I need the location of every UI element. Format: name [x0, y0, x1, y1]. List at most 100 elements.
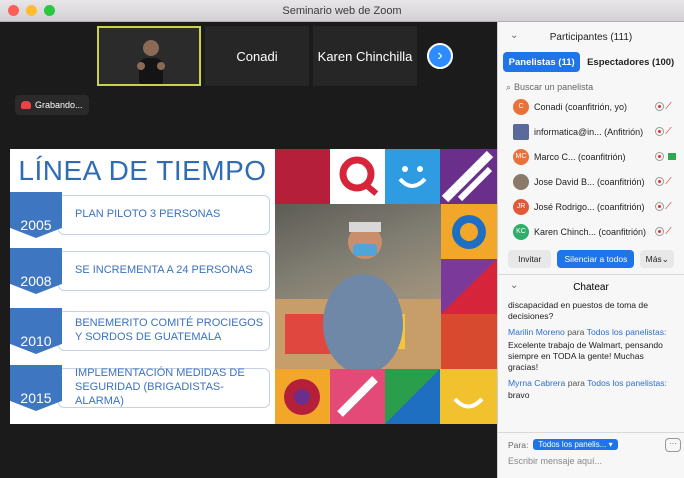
chat-to-word: para — [567, 327, 585, 338]
panelist-search[interactable]: ⌕ Buscar un panelista — [506, 80, 676, 94]
tab-panelists[interactable]: Panelistas (11) — [503, 52, 581, 72]
participant-name: Jose David B... (coanfitrión) — [534, 176, 645, 187]
smile-tile — [440, 369, 497, 424]
timeline-item: SE INCREMENTA A 24 PERSONAS 2008 — [10, 248, 275, 294]
slide-title: LÍNEA DE TIEMPO — [18, 155, 267, 186]
chat-input[interactable]: Escribir mensaje aquí... — [508, 456, 675, 466]
chat-footer: Para: Todos los panelis... ▾ ··· Escribi… — [498, 432, 684, 478]
participant-name: Conadi (coanfitrión, yo) — [534, 101, 628, 112]
avatar: C — [513, 98, 529, 115]
pattern-tile — [441, 259, 497, 314]
pattern-tile — [330, 149, 385, 204]
chat-message: Excelente trabajo de Walmart, pensando s… — [508, 339, 663, 372]
participant-row[interactable]: MC Marco C... (coanfitrión) — [498, 144, 684, 169]
chat-meta: Marilin Moreno para Todos los panelistas… — [508, 327, 674, 338]
recipient-select[interactable]: Todos los panelis... ▾ — [533, 439, 618, 450]
invite-button[interactable]: Invitar — [508, 250, 552, 268]
more-options-icon[interactable]: ··· — [665, 438, 681, 452]
chat-header: ⌄ Chatear — [498, 275, 684, 299]
pattern-tile — [440, 149, 497, 204]
window-title: Seminario web de Zoom — [282, 4, 402, 17]
participant-row[interactable]: Jose David B... (coanfitrión) ⁄ — [498, 169, 684, 194]
timeline-item: PLAN PILOTO 3 PERSONAS 2005 — [10, 192, 275, 238]
search-input[interactable]: Buscar un panelista — [514, 82, 593, 92]
timeline-item: IMPLEMENTACIÓN MEDIDAS DE SEGURIDAD (BRI… — [10, 365, 275, 411]
video-thumb-conadi[interactable]: Conadi — [205, 26, 309, 86]
cloud-record-icon — [21, 101, 31, 109]
chat-sender[interactable]: Marilin Moreno — [508, 327, 565, 337]
minimize-button[interactable] — [26, 5, 37, 16]
chat-meta: Myrna Cabrera para Todos los panelistas: — [508, 378, 674, 389]
chevron-down-icon: ⌄ — [661, 253, 669, 264]
recording-badge[interactable]: Grabando... — [15, 95, 89, 115]
participants-title: Participantes (111) — [549, 31, 633, 43]
worker-photo — [275, 204, 441, 369]
timeline-text: SE INCREMENTA A 24 PERSONAS — [58, 251, 270, 291]
timeline-text: BENEMERITO COMITÉ PROCIEGOS Y SORDOS DE … — [58, 311, 270, 351]
timeline-text: IMPLEMENTACIÓN MEDIDAS DE SEGURIDAD (BRI… — [58, 367, 270, 408]
to-label: Para: — [508, 439, 529, 450]
pattern-tile — [275, 369, 330, 424]
side-panel: ⌄ Participantes (111) Panelistas (11) Es… — [497, 22, 684, 478]
mic-muted-icon[interactable]: ⁄ — [668, 126, 670, 137]
record-status-icon — [655, 177, 664, 186]
timeline-year: 2008 — [10, 248, 62, 294]
pattern-tile — [275, 149, 330, 204]
participant-name: Marco C... (coanfitrión) — [534, 151, 626, 162]
record-status-icon — [655, 102, 664, 111]
decorative-collage — [275, 149, 497, 424]
more-button[interactable]: Más ⌄ — [640, 250, 674, 268]
avatar: KC — [513, 223, 529, 240]
window-controls — [8, 5, 55, 16]
chat-sender[interactable]: Myrna Cabrera — [508, 378, 565, 388]
pattern-tile — [385, 369, 440, 424]
avatar: JR — [513, 198, 529, 215]
chevron-right-icon[interactable]: › — [427, 43, 453, 69]
participant-row[interactable]: KC Karen Chinch... (coanfitrión) ⁄ — [498, 219, 684, 244]
mic-muted-icon[interactable]: ⁄ — [668, 201, 670, 212]
mic-muted-icon[interactable]: ⁄ — [668, 101, 670, 112]
title-bar: Seminario web de Zoom — [0, 0, 684, 22]
participant-name: José Rodrigo... (coanfitrión) — [534, 201, 645, 212]
participant-actions: Invitar Silenciar a todos Más ⌄ — [498, 244, 684, 274]
tab-attendees[interactable]: Espectadores (100) — [582, 52, 679, 72]
video-area: Conadi Karen Chinchilla › Grabando... LÍ… — [0, 22, 497, 478]
chevron-down-icon[interactable]: ⌄ — [510, 280, 518, 291]
mute-all-button[interactable]: Silenciar a todos — [557, 250, 635, 268]
timeline-text: PLAN PILOTO 3 PERSONAS — [58, 195, 270, 235]
record-status-icon — [655, 202, 664, 211]
zoom-button[interactable] — [44, 5, 55, 16]
chat-title: Chatear — [573, 281, 609, 293]
more-label: Más — [645, 254, 662, 264]
chat-recipient[interactable]: Todos los panelistas: — [587, 327, 667, 337]
avatar — [513, 123, 529, 140]
chat-to-word: para — [567, 378, 585, 389]
recipient-value: Todos los panelis... — [538, 440, 607, 449]
video-thumb-interpreter[interactable] — [97, 26, 201, 86]
video-thumbnails: Conadi Karen Chinchilla › — [97, 26, 453, 86]
participant-name: informatica@in... (Anfitrión) — [534, 126, 644, 137]
record-status-icon — [655, 152, 664, 161]
video-thumb-karen[interactable]: Karen Chinchilla — [313, 26, 417, 86]
share-icon — [668, 153, 676, 160]
chat-recipient[interactable]: Todos los panelistas: — [587, 378, 667, 388]
timeline-year: 2005 — [10, 192, 62, 238]
chat-message: bravo — [508, 390, 530, 401]
record-status-icon — [655, 127, 664, 136]
chat-message: discapacidad en puestos de toma de decis… — [508, 300, 648, 322]
pattern-tile — [441, 204, 497, 259]
participant-row[interactable]: informatica@in... (Anfitrión) ⁄ — [498, 119, 684, 144]
recording-label: Grabando... — [35, 100, 83, 110]
mic-muted-icon[interactable]: ⁄ — [668, 176, 670, 187]
pattern-tile — [330, 369, 385, 424]
mic-muted-icon[interactable]: ⁄ — [668, 226, 670, 237]
participant-name: Karen Chinch... (coanfitrión) — [534, 226, 647, 237]
participant-row[interactable]: JR José Rodrigo... (coanfitrión) ⁄ — [498, 194, 684, 219]
chevron-down-icon[interactable]: ⌄ — [510, 30, 518, 41]
person-video — [137, 40, 165, 84]
smile-tile — [385, 149, 440, 204]
participant-row[interactable]: C Conadi (coanfitrión, yo) ⁄ — [498, 94, 684, 119]
pattern-tile — [441, 314, 497, 369]
close-button[interactable] — [8, 5, 19, 16]
shared-slide: LÍNEA DE TIEMPO PLAN PILOTO 3 PERSONAS 2… — [10, 149, 497, 424]
